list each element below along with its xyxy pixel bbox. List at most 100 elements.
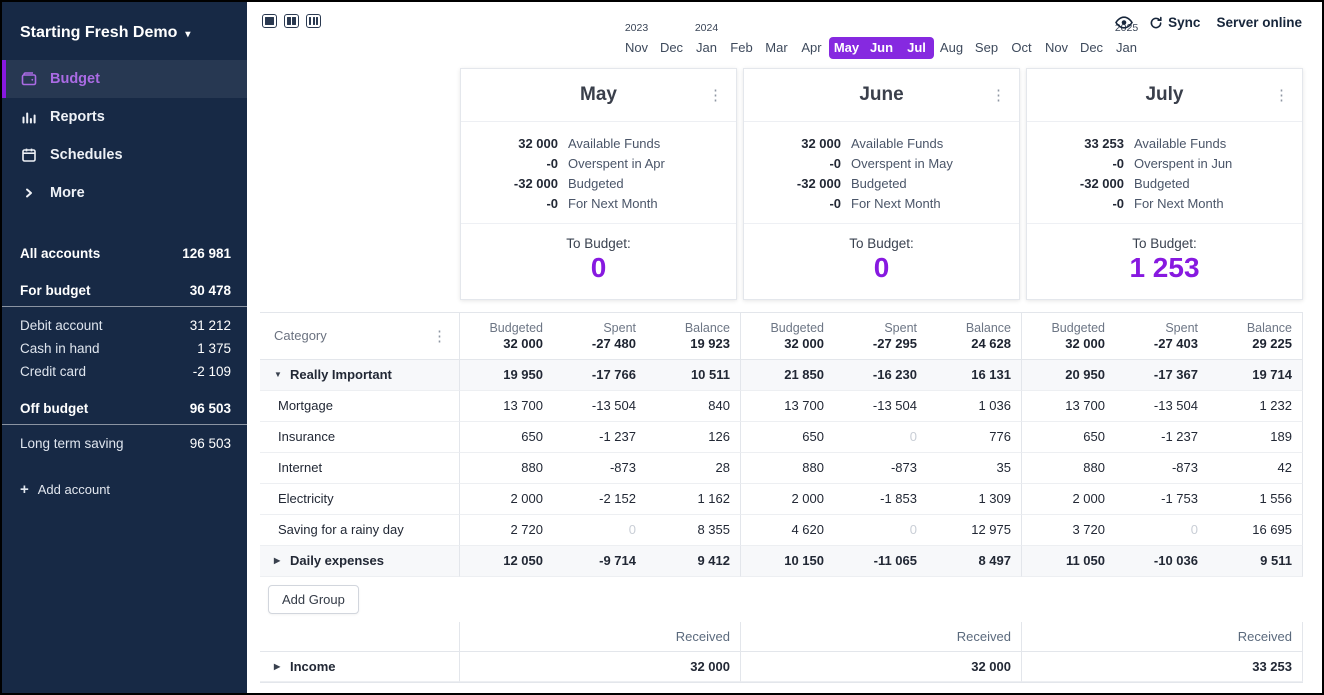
spent-cell[interactable]: -17 367 — [1115, 360, 1208, 391]
account-group-all[interactable]: All accounts 126 981 — [2, 242, 247, 265]
budgeted-cell[interactable]: 650 — [741, 422, 834, 453]
spent-cell[interactable]: -1 853 — [834, 484, 927, 515]
month-menu-icon[interactable]: ⋮ — [991, 86, 1006, 104]
spent-cell[interactable]: -1 237 — [1115, 422, 1208, 453]
budgeted-cell[interactable]: 13 700 — [460, 391, 553, 422]
two-month-view-icon[interactable] — [284, 14, 299, 28]
category-cell[interactable]: Mortgage — [260, 391, 460, 422]
budget-file-switcher[interactable]: Starting Fresh Demo ▾ — [2, 24, 247, 60]
account-item-debit[interactable]: Debit account 31 212 — [2, 314, 247, 337]
balance-cell[interactable]: 9 511 — [1208, 546, 1303, 577]
timeline-month[interactable]: 2024Jan — [689, 22, 724, 59]
sidebar-item-schedules[interactable]: Schedules — [2, 136, 247, 174]
spent-cell[interactable]: -13 504 — [834, 391, 927, 422]
balance-cell[interactable]: 12 975 — [927, 515, 1022, 546]
budgeted-cell[interactable]: 2 720 — [460, 515, 553, 546]
spent-cell[interactable]: -873 — [553, 453, 646, 484]
budgeted-cell[interactable]: 2 000 — [460, 484, 553, 515]
account-item-long-term-saving[interactable]: Long term saving 96 503 — [2, 432, 247, 455]
to-budget-amount[interactable]: 0 — [744, 253, 1019, 284]
balance-cell[interactable]: 16 131 — [927, 360, 1022, 391]
timeline-month-selected[interactable]: Jul — [899, 22, 934, 59]
category-cell[interactable]: Insurance — [260, 422, 460, 453]
balance-cell[interactable]: 1 232 — [1208, 391, 1303, 422]
balance-cell[interactable]: 776 — [927, 422, 1022, 453]
balance-cell[interactable]: 1 036 — [927, 391, 1022, 422]
budgeted-cell[interactable]: 13 700 — [1022, 391, 1115, 422]
add-account-button[interactable]: + Add account — [2, 455, 247, 524]
timeline-month[interactable]: Feb — [724, 22, 759, 59]
timeline-month-selected[interactable]: May — [829, 22, 864, 59]
timeline-month[interactable]: Sep — [969, 22, 1004, 59]
balance-cell[interactable]: 42 — [1208, 453, 1303, 484]
caret-right-icon[interactable]: ▶ — [274, 556, 284, 565]
balance-cell[interactable]: 126 — [646, 422, 741, 453]
spent-cell[interactable]: -10 036 — [1115, 546, 1208, 577]
balance-cell[interactable]: 9 412 — [646, 546, 741, 577]
spent-cell[interactable]: -17 766 — [553, 360, 646, 391]
category-cell[interactable]: Internet — [260, 453, 460, 484]
balance-cell[interactable]: 35 — [927, 453, 1022, 484]
timeline-month[interactable]: 2023Nov — [619, 22, 654, 59]
to-budget-amount[interactable]: 0 — [461, 253, 736, 284]
category-cell[interactable]: Saving for a rainy day — [260, 515, 460, 546]
budgeted-cell[interactable]: 880 — [741, 453, 834, 484]
account-group-off-budget[interactable]: Off budget 96 503 — [2, 397, 247, 425]
budgeted-cell[interactable]: 2 000 — [741, 484, 834, 515]
spent-cell[interactable]: 0 — [1115, 515, 1208, 546]
balance-cell[interactable]: 189 — [1208, 422, 1303, 453]
spent-cell[interactable]: 0 — [553, 515, 646, 546]
budgeted-cell[interactable]: 10 150 — [741, 546, 834, 577]
budgeted-cell[interactable]: 12 050 — [460, 546, 553, 577]
budgeted-cell[interactable]: 4 620 — [741, 515, 834, 546]
spent-cell[interactable]: -13 504 — [1115, 391, 1208, 422]
month-menu-icon[interactable]: ⋮ — [1274, 86, 1289, 104]
spent-cell[interactable]: -873 — [1115, 453, 1208, 484]
spent-cell[interactable]: 0 — [834, 515, 927, 546]
category-cell[interactable]: ▼Really Important — [260, 360, 460, 391]
timeline-month[interactable]: Oct — [1004, 22, 1039, 59]
month-menu-icon[interactable]: ⋮ — [708, 86, 723, 104]
budgeted-cell[interactable]: 3 720 — [1022, 515, 1115, 546]
balance-cell[interactable]: 16 695 — [1208, 515, 1303, 546]
timeline-month[interactable]: Dec — [654, 22, 689, 59]
account-item-cash[interactable]: Cash in hand 1 375 — [2, 337, 247, 360]
timeline-month[interactable]: Dec — [1074, 22, 1109, 59]
balance-cell[interactable]: 840 — [646, 391, 741, 422]
budgeted-cell[interactable]: 650 — [460, 422, 553, 453]
caret-down-icon[interactable]: ▼ — [274, 370, 284, 379]
spent-cell[interactable]: -2 152 — [553, 484, 646, 515]
budgeted-cell[interactable]: 650 — [1022, 422, 1115, 453]
sidebar-item-reports[interactable]: Reports — [2, 98, 247, 136]
income-amount[interactable]: 32 000 — [927, 652, 1022, 682]
timeline-month[interactable]: Apr — [794, 22, 829, 59]
budgeted-cell[interactable]: 880 — [1022, 453, 1115, 484]
budgeted-cell[interactable]: 11 050 — [1022, 546, 1115, 577]
spent-cell[interactable]: -9 714 — [553, 546, 646, 577]
timeline-month-selected[interactable]: Jun — [864, 22, 899, 59]
spent-cell[interactable]: -873 — [834, 453, 927, 484]
server-status[interactable]: Server online — [1216, 15, 1302, 30]
one-month-view-icon[interactable] — [262, 14, 277, 28]
account-group-for-budget[interactable]: For budget 30 478 — [2, 279, 247, 307]
balance-cell[interactable]: 19 714 — [1208, 360, 1303, 391]
to-budget-amount[interactable]: 1 253 — [1027, 253, 1302, 284]
budgeted-cell[interactable]: 880 — [460, 453, 553, 484]
category-cell[interactable]: ▶Daily expenses — [260, 546, 460, 577]
category-menu-icon[interactable]: ⋮ — [432, 327, 447, 345]
account-item-credit-card[interactable]: Credit card -2 109 — [2, 360, 247, 383]
spent-cell[interactable]: -11 065 — [834, 546, 927, 577]
timeline-month[interactable]: Aug — [934, 22, 969, 59]
income-amount[interactable]: 33 253 — [1208, 652, 1303, 682]
balance-cell[interactable]: 8 355 — [646, 515, 741, 546]
sync-button[interactable]: Sync — [1149, 15, 1200, 30]
caret-right-icon[interactable]: ▶ — [274, 662, 284, 671]
three-month-view-icon[interactable] — [306, 14, 321, 28]
budgeted-cell[interactable]: 2 000 — [1022, 484, 1115, 515]
spent-cell[interactable]: -16 230 — [834, 360, 927, 391]
budgeted-cell[interactable]: 19 950 — [460, 360, 553, 391]
sidebar-item-budget[interactable]: Budget — [2, 60, 247, 98]
timeline-month[interactable]: Nov — [1039, 22, 1074, 59]
spent-cell[interactable]: -13 504 — [553, 391, 646, 422]
balance-cell[interactable]: 1 162 — [646, 484, 741, 515]
